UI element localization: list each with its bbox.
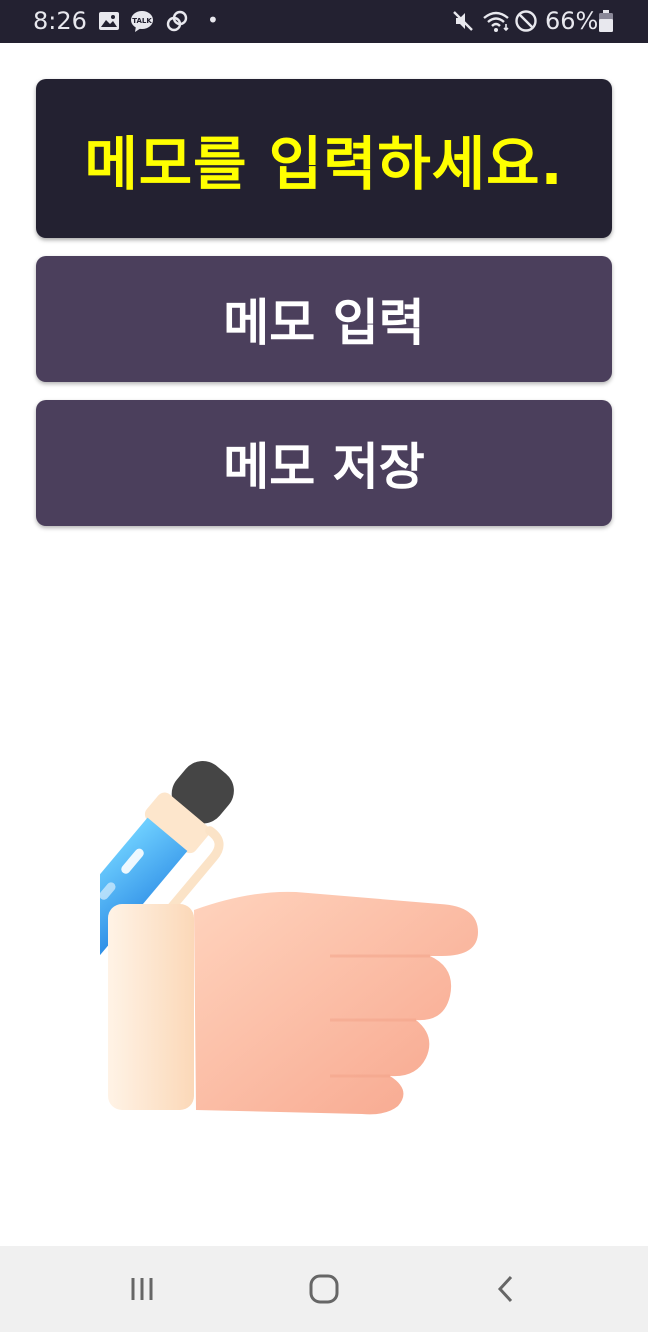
memo-prompt-text: 메모를 입력하세요. bbox=[84, 129, 564, 198]
svg-text:TALK: TALK bbox=[132, 17, 152, 25]
battery-icon bbox=[599, 10, 613, 32]
status-time: 8:26 bbox=[33, 7, 87, 35]
gallery-icon bbox=[99, 12, 119, 30]
status-bar: 8:26 TALK • 66% bbox=[0, 0, 648, 43]
kakaotalk-icon: TALK bbox=[131, 11, 153, 32]
wifi-icon bbox=[483, 11, 509, 32]
memo-save-button[interactable]: 메모 저장 bbox=[36, 400, 612, 526]
dot-indicator: • bbox=[207, 8, 219, 32]
recent-apps-button[interactable] bbox=[114, 1264, 170, 1314]
memo-input-label: 메모 입력 bbox=[223, 294, 425, 352]
recent-apps-icon bbox=[131, 1278, 153, 1300]
back-button[interactable] bbox=[478, 1264, 534, 1314]
do-not-disturb-icon bbox=[515, 10, 537, 32]
link-icon bbox=[166, 10, 188, 32]
mute-icon bbox=[453, 11, 473, 31]
hand-writing-pen-illustration bbox=[100, 760, 478, 1115]
memo-save-label: 메모 저장 bbox=[223, 438, 425, 496]
battery-percentage: 66% bbox=[545, 7, 599, 35]
home-icon bbox=[309, 1274, 339, 1304]
memo-input-button[interactable]: 메모 입력 bbox=[36, 256, 612, 382]
memo-display-panel[interactable]: 메모를 입력하세요. bbox=[36, 79, 612, 238]
navigation-bar bbox=[0, 1246, 648, 1332]
back-icon bbox=[497, 1275, 513, 1303]
home-button[interactable] bbox=[296, 1264, 352, 1314]
